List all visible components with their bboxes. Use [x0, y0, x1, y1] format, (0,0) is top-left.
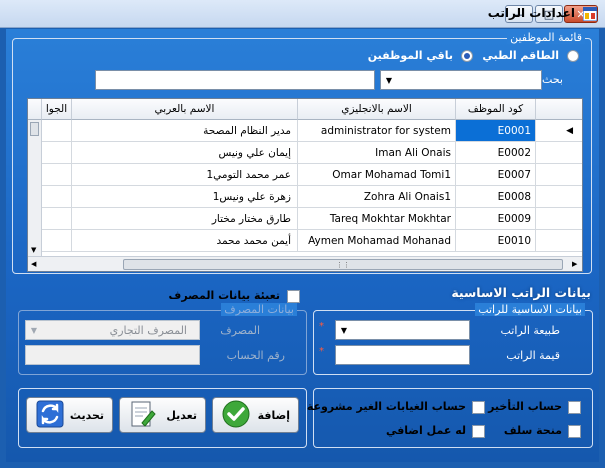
salary-type-select[interactable]: ▼: [335, 320, 470, 340]
add-button-label: إضافة: [257, 408, 290, 422]
cell-arabic-name: عمر محمد التومي1: [72, 164, 298, 186]
table-row[interactable]: عمر محمد التومي1 Omar Mohamad Tomi1 E000…: [42, 164, 582, 186]
horizontal-scroll-thumb[interactable]: ⋮⋮: [123, 259, 563, 270]
salary-type-label: طبيعة الراتب: [500, 324, 561, 337]
fill-bank-data-label: تعبئة بيانات المصرف: [168, 289, 280, 302]
app-icon: [582, 6, 598, 22]
radio-other-staff-label: باقي الموظفين: [367, 49, 453, 62]
edit-button[interactable]: تعديل: [119, 397, 206, 433]
search-by-select[interactable]: ▼: [380, 70, 542, 90]
salary-section-title: بيانات الراتب الاساسية: [451, 285, 591, 300]
advance-grant-label: منحة سلف: [503, 424, 562, 437]
cell-employee-code: E0001: [456, 120, 536, 142]
grid-horizontal-scrollbar[interactable]: ◀ ⋮⋮ ▶: [28, 256, 582, 271]
cell-employee-code: E0009: [456, 208, 536, 230]
cell-english-name: Omar Mohamad Tomi1: [298, 164, 456, 186]
check-icon: [221, 399, 251, 432]
cell-english-name: administrator for system: [298, 120, 456, 142]
cell-employee-code: E0007: [456, 164, 536, 186]
bank-select-value: المصرف التجاري: [109, 324, 187, 337]
absence-calculation-label: حساب الغيابات الغير مشروعة: [306, 400, 466, 413]
cell-employee-code: E0010: [456, 230, 536, 252]
cell-english-name: Zohra Ali Onais1: [298, 186, 456, 208]
grid-vertical-scrollbar[interactable]: ▼: [28, 120, 42, 256]
row-selector[interactable]: [536, 230, 582, 252]
scroll-down-arrow-icon[interactable]: ▼: [31, 246, 36, 254]
table-row[interactable]: زهرة علي ونيس1 Zohra Ali Onais1 E0008: [42, 186, 582, 208]
radio-other-staff[interactable]: [461, 50, 473, 62]
grid-header-mobile[interactable]: الجوا: [42, 99, 72, 120]
add-button[interactable]: إضافة: [212, 397, 299, 433]
bank-label: المصرف: [220, 324, 260, 337]
advance-grant-checkbox[interactable]: [568, 425, 581, 438]
window-title: اعدادات الراتب: [487, 6, 575, 20]
required-marker: *: [319, 346, 324, 357]
late-calculation-label: حساب التأخير: [488, 400, 562, 413]
row-selector[interactable]: [536, 164, 582, 186]
refresh-icon: [35, 399, 65, 432]
row-selector[interactable]: [536, 142, 582, 164]
title-bar: — □ ✕ اعدادات الراتب: [0, 0, 605, 28]
grid-header-scroll-corner: [28, 99, 42, 120]
table-row[interactable]: إيمان علي ونيس Iman Ali Onais E0002: [42, 142, 582, 164]
cell-arabic-name: طارق مختار مختار: [72, 208, 298, 230]
radio-medical-staff-label: الطاقم الطبي: [482, 49, 559, 62]
cell-english-name: Aymen Mohamad Mohanad: [298, 230, 456, 252]
row-selector[interactable]: [536, 208, 582, 230]
edit-button-label: تعديل: [166, 408, 197, 422]
table-row[interactable]: مدير النظام المصحة administrator for sys…: [42, 120, 582, 142]
scroll-right-arrow-icon[interactable]: ▶: [572, 260, 577, 268]
required-marker: *: [319, 321, 324, 332]
refresh-button[interactable]: تحديث: [26, 397, 113, 433]
chevron-down-icon: ▼: [30, 325, 38, 335]
edit-document-icon: [128, 399, 156, 432]
cell-mobile: [42, 186, 72, 208]
cell-mobile: [42, 230, 72, 252]
late-calculation-checkbox[interactable]: [568, 401, 581, 414]
table-row[interactable]: أيمن محمد محمد Aymen Mohamad Mohanad E00…: [42, 230, 582, 252]
search-by-label: بحث ب: [528, 73, 563, 86]
salary-value-label: قيمة الراتب: [506, 349, 560, 362]
bank-group-title: بيانات المصرف: [221, 303, 297, 316]
extra-work-label: له عمل اضافي: [385, 424, 466, 437]
search-input[interactable]: [95, 70, 375, 90]
cell-arabic-name: أيمن محمد محمد: [72, 230, 298, 252]
absence-calculation-checkbox[interactable]: [472, 401, 485, 414]
options-group: [313, 388, 593, 448]
current-row-indicator-icon: ◀: [536, 120, 582, 142]
account-number-input[interactable]: [25, 345, 200, 365]
cell-english-name: Tareq Mokhtar Mokhtar: [298, 208, 456, 230]
chevron-down-icon: ▼: [340, 325, 348, 335]
cell-english-name: Iman Ali Onais: [298, 142, 456, 164]
cell-arabic-name: مدير النظام المصحة: [72, 120, 298, 142]
employees-grid[interactable]: الجوا الاسم بالعربي الاسم بالانجليزي كود…: [27, 98, 583, 272]
radio-medical-staff[interactable]: [567, 50, 579, 62]
employees-group-title: قائمة الموظفين: [507, 31, 585, 44]
cell-arabic-name: زهرة علي ونيس1: [72, 186, 298, 208]
cell-mobile: [42, 142, 72, 164]
vertical-scroll-thumb[interactable]: [30, 122, 39, 136]
grid-header-row-selector: [536, 99, 582, 120]
refresh-button-label: تحديث: [69, 408, 104, 422]
cell-arabic-name: إيمان علي ونيس: [72, 142, 298, 164]
chevron-down-icon: ▼: [385, 75, 393, 85]
cell-employee-code: E0002: [456, 142, 536, 164]
cell-employee-code: E0008: [456, 186, 536, 208]
extra-work-checkbox[interactable]: [472, 425, 485, 438]
fill-bank-data-checkbox[interactable]: [287, 290, 300, 303]
bank-select[interactable]: ▼ المصرف التجاري: [25, 320, 200, 340]
account-number-label: رقم الحساب: [226, 349, 285, 362]
basic-salary-group-title: بيانات الاساسية للراتب: [475, 303, 585, 316]
cell-mobile: [42, 120, 72, 142]
salary-value-input[interactable]: [335, 345, 470, 365]
cell-mobile: [42, 208, 72, 230]
cell-mobile: [42, 164, 72, 186]
grid-header-employee-code[interactable]: كود الموظف: [456, 99, 536, 120]
table-row[interactable]: طارق مختار مختار Tareq Mokhtar Mokhtar E…: [42, 208, 582, 230]
scroll-left-arrow-icon[interactable]: ◀: [31, 260, 36, 268]
row-selector[interactable]: [536, 186, 582, 208]
grid-header-arabic-name[interactable]: الاسم بالعربي: [72, 99, 298, 120]
grid-header-english-name[interactable]: الاسم بالانجليزي: [298, 99, 456, 120]
grip-icon: ⋮⋮: [336, 261, 350, 269]
